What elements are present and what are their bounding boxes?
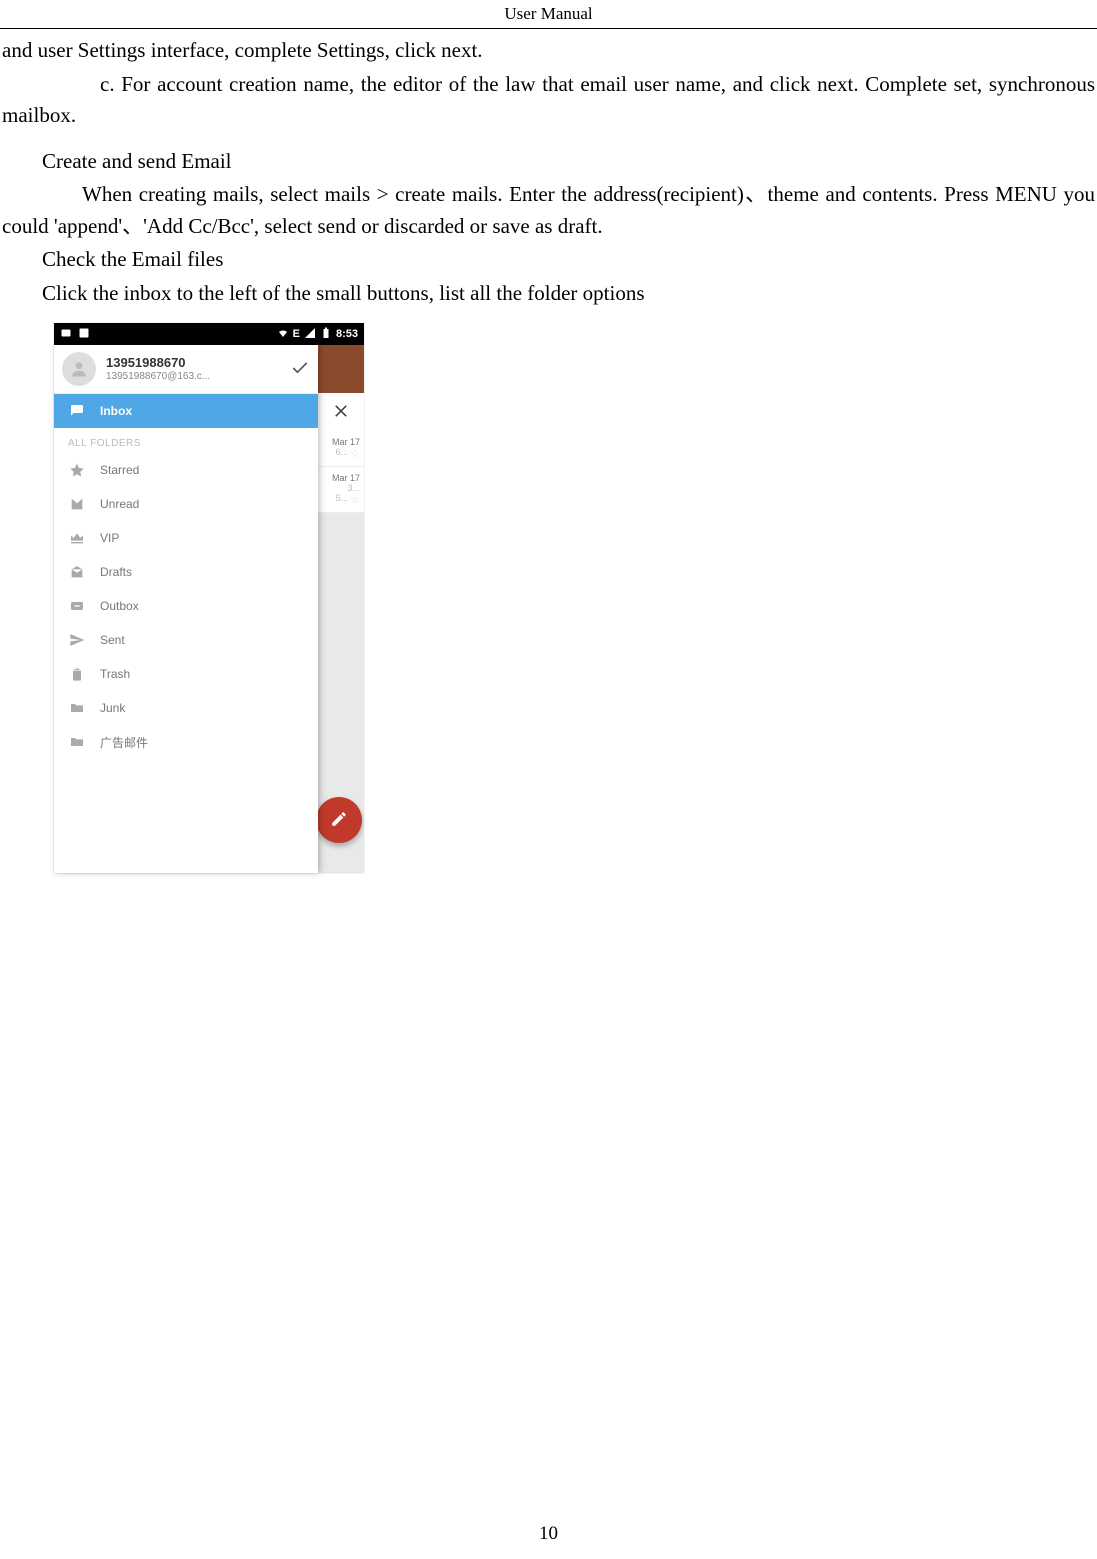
outbox-icon bbox=[68, 597, 86, 615]
drawer-item-label: Trash bbox=[100, 667, 130, 681]
drawer-item-label: VIP bbox=[100, 531, 119, 545]
mail-date: Mar 17 bbox=[320, 473, 360, 483]
mail-content-sliver: Mar 17 6... ☆ Mar 17 3... 5... ☆ bbox=[318, 345, 364, 873]
app-icon bbox=[78, 327, 90, 342]
close-icon bbox=[332, 402, 350, 423]
folder-icon bbox=[68, 699, 86, 717]
drawer-item-label: Unread bbox=[100, 497, 139, 511]
drawer-item-outbox[interactable]: Outbox bbox=[54, 589, 318, 623]
mail-snippet: 3... bbox=[320, 483, 360, 493]
drawer-item-label: Outbox bbox=[100, 599, 139, 613]
drawer-item-label: Junk bbox=[100, 701, 125, 715]
crown-icon bbox=[68, 529, 86, 547]
drawer-item-label: Inbox bbox=[100, 404, 132, 418]
drawer-item-trash[interactable]: Trash bbox=[54, 657, 318, 691]
account-email: 13951988670@163.c... bbox=[106, 371, 280, 382]
header-rule bbox=[0, 28, 1097, 29]
trash-icon bbox=[68, 665, 86, 683]
star-icon[interactable]: ☆ bbox=[350, 447, 360, 460]
doc-header-title: User Manual bbox=[504, 4, 592, 23]
drawer-item-vip[interactable]: VIP bbox=[54, 521, 318, 555]
drawer-item-label: Drafts bbox=[100, 565, 132, 579]
drawer-item-junk[interactable]: Junk bbox=[54, 691, 318, 725]
drawer-item-label: Sent bbox=[100, 633, 125, 647]
status-bar: E 8:53 bbox=[54, 323, 364, 345]
account-check-icon bbox=[290, 358, 310, 381]
section-create-send: Create and send Email bbox=[2, 146, 1095, 178]
account-header[interactable]: 13951988670 13951988670@163.c... bbox=[54, 345, 318, 394]
compose-fab[interactable] bbox=[318, 797, 362, 843]
paragraph-2: c. For account creation name, the editor… bbox=[2, 69, 1095, 132]
blank-line bbox=[2, 134, 1095, 144]
phone-screenshot: E 8:53 Mar 17 bbox=[54, 323, 364, 873]
account-name: 13951988670 bbox=[106, 356, 280, 370]
drawer-item-sent[interactable]: Sent bbox=[54, 623, 318, 657]
mail-row[interactable]: Mar 17 3... 5... ☆ bbox=[318, 467, 364, 513]
star-icon bbox=[68, 461, 86, 479]
nav-drawer: 13951988670 13951988670@163.c... Inbox A… bbox=[54, 345, 318, 873]
battery-icon bbox=[320, 327, 332, 342]
inbox-icon bbox=[68, 402, 86, 420]
mail-snippet: 6... bbox=[336, 447, 349, 460]
close-button[interactable] bbox=[318, 393, 364, 431]
drawer-item-label: 广告邮件 bbox=[100, 734, 148, 751]
mail-row[interactable]: Mar 17 6... ☆ bbox=[318, 431, 364, 467]
drawer-item-ads[interactable]: 广告邮件 bbox=[54, 725, 318, 759]
drawer-item-label: Starred bbox=[100, 463, 139, 477]
pencil-icon bbox=[330, 810, 348, 831]
section-check-files: Check the Email files bbox=[2, 244, 1095, 276]
drawer-item-unread[interactable]: Unread bbox=[54, 487, 318, 521]
avatar bbox=[62, 352, 96, 386]
drawer-item-inbox[interactable]: Inbox bbox=[54, 394, 318, 428]
paragraph-1: and user Settings interface, complete Se… bbox=[2, 35, 1095, 67]
wifi-icon bbox=[277, 327, 289, 342]
mail-snippet: 5... bbox=[336, 493, 349, 506]
drawer-item-starred[interactable]: Starred bbox=[54, 453, 318, 487]
doc-header: User Manual bbox=[0, 0, 1097, 28]
folder-icon bbox=[68, 733, 86, 751]
mail-date: Mar 17 bbox=[320, 437, 360, 447]
drawer-section-label: ALL FOLDERS bbox=[54, 428, 318, 453]
mail-icon bbox=[68, 495, 86, 513]
paragraph-4: When creating mails, select mails > crea… bbox=[2, 179, 1095, 242]
status-time: 8:53 bbox=[336, 328, 358, 340]
page-number: 10 bbox=[0, 1523, 1097, 1545]
paragraph-6: Click the inbox to the left of the small… bbox=[2, 278, 1095, 310]
send-icon bbox=[68, 631, 86, 649]
star-icon[interactable]: ☆ bbox=[350, 493, 360, 506]
body-text: and user Settings interface, complete Se… bbox=[0, 35, 1097, 309]
drafts-icon bbox=[68, 563, 86, 581]
network-label: E bbox=[293, 328, 300, 340]
drawer-item-drafts[interactable]: Drafts bbox=[54, 555, 318, 589]
signal-icon bbox=[304, 327, 316, 342]
message-icon bbox=[60, 327, 72, 342]
